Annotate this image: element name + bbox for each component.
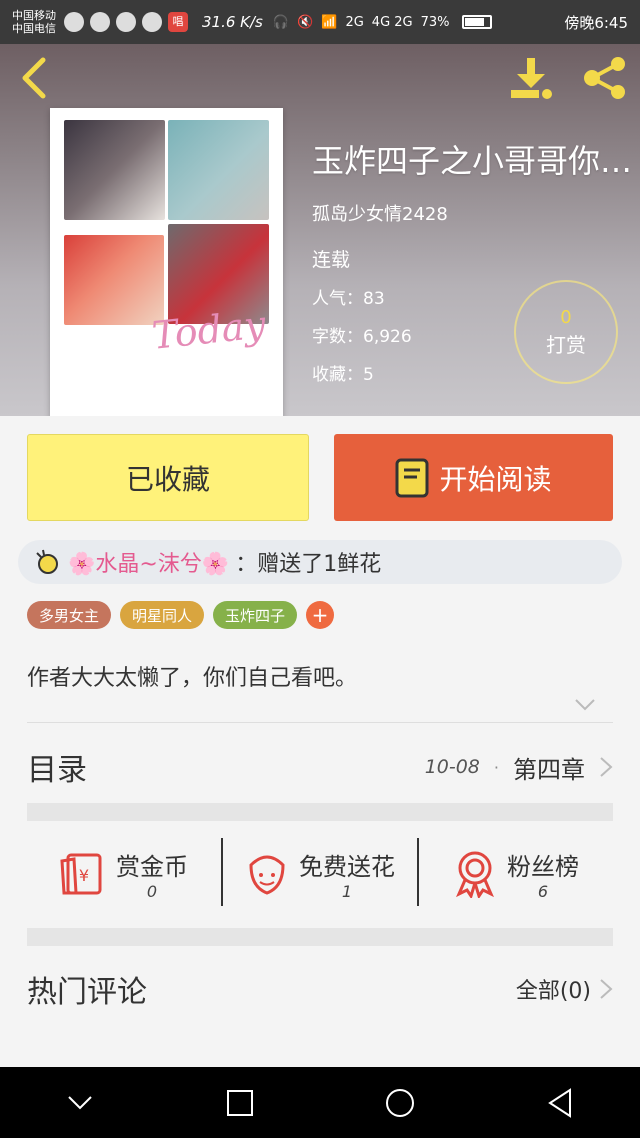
network-type-2: 4G 2G bbox=[371, 14, 413, 30]
book-icon bbox=[395, 458, 429, 498]
all-comments-label: 全部(0) bbox=[515, 979, 591, 1004]
svg-text:¥: ¥ bbox=[79, 866, 89, 885]
battery-percent: 73% bbox=[420, 14, 450, 30]
fire-app-icon bbox=[64, 12, 84, 32]
word-count-stat: 字数：6,926 bbox=[312, 327, 412, 347]
telegram-icon bbox=[116, 12, 136, 32]
carrier-2: 中国电信 bbox=[12, 22, 56, 35]
book-cover[interactable]: Today bbox=[50, 108, 283, 416]
chevron-right-icon bbox=[600, 757, 613, 777]
reward-label: 打赏 bbox=[546, 332, 586, 357]
support-count: 0 bbox=[146, 882, 158, 901]
notification-icons: 唱 bbox=[64, 12, 188, 32]
start-reading-button[interactable]: 开始阅读 bbox=[334, 434, 613, 521]
section-spacer bbox=[27, 928, 613, 946]
square-icon bbox=[227, 1089, 253, 1116]
chevron-left-icon bbox=[22, 57, 46, 99]
recent-apps-button[interactable] bbox=[210, 1073, 270, 1133]
fan-ranking-button[interactable]: 粉丝榜 6 bbox=[419, 838, 613, 910]
start-reading-label: 开始阅读 bbox=[439, 462, 552, 496]
wifi-icon: 📶 bbox=[321, 14, 338, 30]
clock: 傍晚6:45 bbox=[564, 13, 628, 32]
support-label: 粉丝榜 bbox=[507, 853, 579, 881]
carrier-names: 中国移动 中国电信 bbox=[12, 9, 56, 35]
support-count: 6 bbox=[537, 882, 549, 901]
cover-photo-2 bbox=[168, 120, 269, 220]
system-nav-bar bbox=[0, 1067, 640, 1138]
send-flower-button[interactable]: 免费送花 1 bbox=[223, 838, 417, 910]
tag-item[interactable]: 多男女主 bbox=[27, 601, 112, 629]
battery-fill bbox=[464, 18, 484, 26]
chevron-right-icon bbox=[600, 979, 613, 999]
section-spacer bbox=[27, 803, 613, 821]
separator-dot: · bbox=[493, 757, 499, 777]
system-icons: 🎧 🔇 📶 2G 4G 2G 73% bbox=[273, 15, 450, 30]
download-button[interactable] bbox=[506, 56, 556, 100]
latest-update: 10-08 · 第四章 bbox=[425, 750, 613, 785]
collected-button[interactable]: 已收藏 bbox=[27, 434, 309, 521]
carrier-1: 中国移动 bbox=[12, 9, 56, 22]
avatar-app-icon bbox=[90, 12, 110, 32]
back-button[interactable] bbox=[14, 56, 54, 100]
support-section: ¥ 赏金币 0 免费送花 1 粉丝榜 6 bbox=[27, 838, 613, 910]
triangle-back-icon bbox=[548, 1087, 571, 1118]
expand-summary-button[interactable] bbox=[574, 694, 596, 716]
latest-chapter: 第四章 bbox=[513, 755, 585, 784]
clap-icon bbox=[36, 549, 58, 574]
status-bar: 中国移动 中国电信 唱 31.6 K/s 🎧 🔇 📶 2G 4G 2G 73% … bbox=[0, 0, 640, 44]
headphone-icon: 🎧 bbox=[272, 14, 290, 30]
circle-icon bbox=[386, 1088, 414, 1117]
update-date: 10-08 bbox=[424, 756, 480, 778]
tag-item[interactable]: 明星同人 bbox=[120, 601, 205, 629]
battery-icon bbox=[461, 15, 492, 29]
download-icon bbox=[511, 58, 552, 99]
share-icon bbox=[584, 57, 625, 99]
support-label: 赏金币 bbox=[116, 853, 188, 881]
hide-nav-button[interactable] bbox=[50, 1073, 110, 1133]
support-count: 1 bbox=[341, 882, 353, 901]
hot-comments-title: 热门评论 bbox=[27, 975, 147, 1010]
chat-bubble-icon bbox=[142, 12, 162, 32]
all-comments-link[interactable]: 全部(0) bbox=[516, 973, 613, 1005]
chevron-down-icon bbox=[68, 1095, 92, 1109]
author-name[interactable]: 孤岛少女情2428 bbox=[312, 200, 448, 226]
medal-icon bbox=[456, 851, 494, 898]
collected-label: 已收藏 bbox=[125, 462, 210, 496]
tag-list: 多男女主 明星同人 玉炸四子 + bbox=[27, 601, 335, 629]
silent-icon: 🔇 bbox=[297, 14, 314, 30]
toc-title: 目录 bbox=[27, 753, 87, 788]
home-button[interactable] bbox=[370, 1073, 430, 1133]
hot-comments-header: 热门评论 全部(0) bbox=[27, 962, 613, 1016]
chevron-down-icon bbox=[575, 699, 595, 711]
book-header: Today 玉炸四子之小哥哥你是一 孤岛少女情2428 连载 人气：83 字数：… bbox=[0, 44, 640, 416]
network-type-1: 2G bbox=[345, 14, 364, 30]
cover-photo-3 bbox=[64, 235, 164, 325]
divider bbox=[27, 722, 613, 723]
support-label: 免费送花 bbox=[299, 853, 395, 881]
network-speed: 31.6 K/s bbox=[202, 13, 263, 31]
book-title: 玉炸四子之小哥哥你是一 bbox=[312, 142, 638, 180]
reward-button[interactable]: 0 打赏 bbox=[514, 280, 618, 384]
gold-reward-button[interactable]: ¥ 赏金币 0 bbox=[27, 838, 221, 910]
table-of-contents-row[interactable]: 目录 10-08 · 第四章 bbox=[27, 740, 613, 794]
popularity-stat: 人气：83 bbox=[312, 289, 385, 309]
share-button[interactable] bbox=[578, 54, 632, 102]
back-nav-button[interactable] bbox=[530, 1073, 590, 1133]
tag-item[interactable]: 玉炸四子 bbox=[213, 601, 298, 629]
red-envelope-icon: ¥ bbox=[60, 853, 102, 895]
favorites-stat: 收藏：5 bbox=[312, 365, 374, 385]
cover-photo-1 bbox=[64, 120, 165, 220]
add-tag-button[interactable]: + bbox=[306, 601, 335, 629]
gift-message: ：赠送了1鲜花 bbox=[235, 552, 382, 577]
serial-status: 连载 bbox=[312, 249, 351, 271]
reward-count: 0 bbox=[560, 306, 572, 328]
gift-banner[interactable]: 🌸水晶~沫兮🌸 ：赠送了1鲜花 bbox=[18, 540, 622, 584]
book-summary: 作者大大太懒了，你们自己看吧。 bbox=[27, 666, 358, 691]
gift-sender[interactable]: 🌸水晶~沫兮🌸 bbox=[68, 546, 229, 578]
flower-icon bbox=[249, 855, 285, 895]
sing-app-icon: 唱 bbox=[168, 12, 188, 32]
